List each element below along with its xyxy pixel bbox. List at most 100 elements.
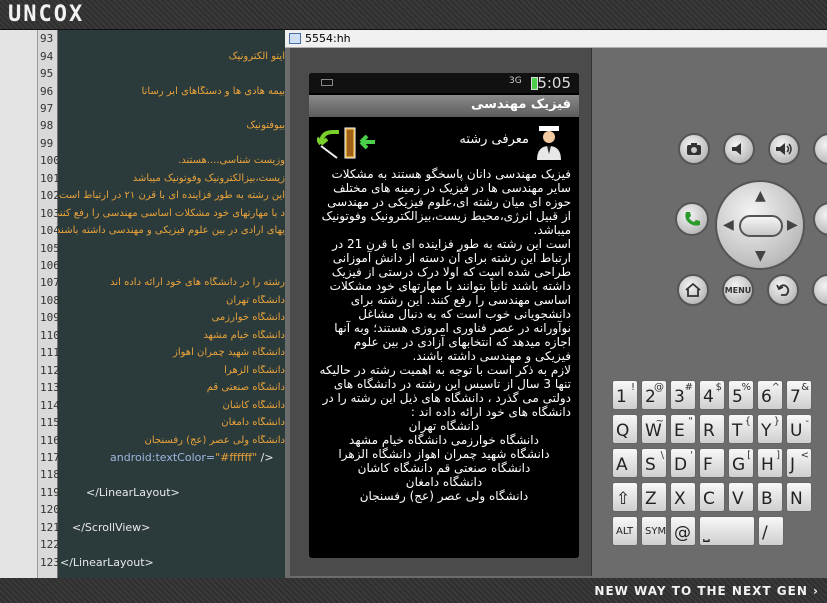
code-line[interactable]: 117 android:textColor="#ffffff" /> <box>38 449 285 466</box>
device-screen[interactable]: 3G 5:05 فیزیک مهندسی معرفی رشته فیزیک مه… <box>309 73 579 558</box>
code-line[interactable]: 121 </ScrollView> <box>38 519 285 536</box>
menu-button[interactable]: MENU <box>722 274 754 306</box>
keyboard-key[interactable]: T{ <box>728 414 754 444</box>
keyboard-key[interactable]: S \ <box>641 448 667 478</box>
code-line[interactable]: 115 دانشگاه دامغان <box>38 414 285 431</box>
keyboard-key[interactable]: ⎵ <box>699 516 755 546</box>
volume-up-button[interactable] <box>768 133 800 165</box>
code-line[interactable]: 123 </LinearLayout> <box>38 554 285 571</box>
code-line[interactable]: 108 دانشگاه تهران <box>38 292 285 309</box>
search-button[interactable] <box>812 274 827 306</box>
keyboard-key[interactable]: @ <box>670 516 696 546</box>
keyboard-key[interactable]: H] <box>757 448 783 478</box>
key-label: @ <box>674 523 691 543</box>
code-line[interactable]: 101 زیست،بیزالکترونیک وفوتونیک میباشد <box>38 170 285 187</box>
code-line[interactable]: 104 یهای ارادی در بین علوم فیزیکی و مهندس… <box>38 222 285 239</box>
keyboard-key[interactable]: Q <box>612 414 638 444</box>
code-line[interactable]: 114 دانشگاه کاشان <box>38 396 285 413</box>
keyboard-key[interactable]: R <box>699 414 725 444</box>
camera-icon <box>687 143 701 155</box>
keyboard-key[interactable]: U- <box>786 414 812 444</box>
keyboard-key[interactable]: W ~ <box>641 414 667 444</box>
directional-pad[interactable]: ▲ ▼ ◀ ▶ <box>715 180 805 270</box>
back-button[interactable] <box>767 274 799 306</box>
code-line[interactable]: 99 <box>38 135 285 152</box>
code-line[interactable]: 106 <box>38 257 285 274</box>
keyboard-key[interactable]: ⇧ <box>612 482 638 512</box>
keyboard-key[interactable]: / <box>758 516 784 546</box>
code-line[interactable]: 94 ایتو الکترونیک <box>38 47 285 64</box>
code-line[interactable]: 105 <box>38 239 285 256</box>
code-line[interactable]: 93 <box>38 30 285 47</box>
keyboard-key[interactable]: 2 @ <box>641 380 667 410</box>
emulator-window[interactable]: 5554:hh 3G 5:05 فیزیک مهندسی معرفی رشته … <box>285 30 827 578</box>
code-line[interactable]: 100 وزیست شناسی....هستند. <box>38 152 285 169</box>
code-line[interactable]: 113 دانشگاه صنعتی قم <box>38 379 285 396</box>
keyboard-key[interactable]: C <box>699 482 725 512</box>
keyboard-key[interactable]: Z <box>641 482 667 512</box>
code-line[interactable]: 109 دانشگاه خوارزمی <box>38 309 285 326</box>
code-line[interactable]: 96 بیمه هادی ها و دستگاهای ابر رسانا <box>38 82 285 99</box>
emulator-titlebar[interactable]: 5554:hh <box>285 30 827 48</box>
key-label: V <box>732 489 744 509</box>
dpad-up-icon[interactable]: ▲ <box>755 188 766 204</box>
dpad-down-icon[interactable]: ▼ <box>755 248 766 264</box>
keyboard-key[interactable]: 4 $ <box>699 380 725 410</box>
volume-down-button[interactable] <box>723 133 755 165</box>
code-line[interactable]: 119 </LinearLayout> <box>38 484 285 501</box>
keyboard-key[interactable]: V <box>728 482 754 512</box>
line-number: 94 <box>40 49 54 63</box>
keyboard-key[interactable]: ALT <box>612 516 638 546</box>
code-line[interactable]: 95 <box>38 65 285 82</box>
keyboard-key[interactable]: 3 # <box>670 380 696 410</box>
keyboard-key[interactable]: F <box>699 448 725 478</box>
keyboard-key[interactable]: G[ <box>728 448 754 478</box>
keyboard-key[interactable]: D ' <box>670 448 696 478</box>
keyboard-key[interactable]: E " <box>670 414 696 444</box>
code-line[interactable]: 118 <box>38 466 285 483</box>
window-title: 5554:hh <box>305 32 351 45</box>
code-line[interactable]: 116 دانشگاه ولی عصر (عج) رفسنجان <box>38 431 285 448</box>
keyboard-key[interactable]: N <box>786 482 812 512</box>
keyboard-key[interactable]: A <box>612 448 638 478</box>
line-number: 117 <box>40 450 60 464</box>
key-alt-label: @ <box>654 382 664 393</box>
code-editor[interactable]: 93 94 ایتو الکترونیک 95 96 بیمه هادی ها و دست… <box>0 30 285 578</box>
keyboard-key[interactable]: X <box>670 482 696 512</box>
code-line[interactable]: 112 دانشگاه الزهرا <box>38 362 285 379</box>
dpad-center-button[interactable] <box>739 215 783 237</box>
article-paragraph: دانشگاه شهید چمران اهواز دانشگاه الزهرا <box>338 447 550 461</box>
keyboard-key[interactable]: 5% <box>728 380 754 410</box>
code-line[interactable]: 97 <box>38 100 285 117</box>
end-call-button[interactable] <box>813 202 827 236</box>
key-alt-label: $ <box>715 382 722 393</box>
code-line[interactable]: 122 <box>38 536 285 553</box>
menu-label: MENU <box>724 285 752 295</box>
keyboard-key[interactable]: Y} <box>757 414 783 444</box>
keyboard-key[interactable]: 7 & <box>786 380 812 410</box>
keyboard-key[interactable]: B <box>757 482 783 512</box>
article-paragraph: دانشگاه ولی عصر (عج) رفسنجان <box>359 489 529 503</box>
code-line[interactable]: 102 این رشته به طور فزاینده ای با قرن ۲۱ … <box>38 187 285 204</box>
key-label: E <box>674 421 685 441</box>
code-line[interactable]: 103 د با مهارتهای خود مشکلات اساسی مهندسی… <box>38 205 285 222</box>
line-text: دانشگاه الزهرا <box>224 364 285 376</box>
power-button[interactable] <box>813 133 827 165</box>
camera-button[interactable] <box>678 133 710 165</box>
home-button[interactable] <box>677 274 709 306</box>
exit-back-icon[interactable] <box>317 124 377 162</box>
keyboard-key[interactable]: J < <box>786 448 812 478</box>
call-button[interactable] <box>675 202 709 236</box>
code-line[interactable]: 111 دانشگاه شهید چمران اهواز <box>38 344 285 361</box>
code-line[interactable]: 110 دانشگاه خیام مشهد <box>38 327 285 344</box>
dpad-left-icon[interactable]: ◀ <box>723 217 734 233</box>
keyboard-key[interactable]: SYM <box>641 516 667 546</box>
line-number: 114 <box>40 398 60 412</box>
code-line[interactable]: 120 <box>38 501 285 518</box>
code-line[interactable]: 98 بیوفتونیک <box>38 117 285 134</box>
key-label: S <box>645 455 656 475</box>
keyboard-key[interactable]: 6 ^ <box>757 380 783 410</box>
code-line[interactable]: 107 رشته را در دانشگاه های خود ارائه داده… <box>38 274 285 291</box>
dpad-right-icon[interactable]: ▶ <box>787 217 798 233</box>
keyboard-key[interactable]: 1! <box>612 380 638 410</box>
